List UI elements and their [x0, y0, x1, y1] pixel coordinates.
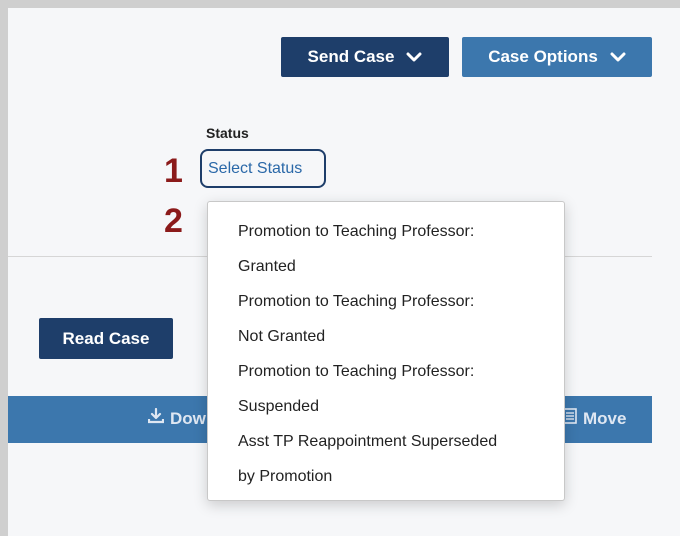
download-button[interactable]: Dow	[147, 407, 206, 429]
read-case-button[interactable]: Read Case	[39, 318, 173, 359]
option-text-line: Promotion to Teaching Professor:	[238, 223, 475, 240]
status-option-superseded[interactable]: Asst TP Reappointment Superseded by Prom…	[208, 424, 564, 494]
option-text-line: Granted	[238, 258, 296, 275]
download-label: Dow	[170, 408, 206, 428]
chevron-down-icon	[406, 51, 422, 63]
option-text-line: Suspended	[238, 398, 319, 415]
option-text-line: by Promotion	[238, 468, 333, 485]
case-options-label: Case Options	[488, 47, 598, 66]
select-status-link[interactable]: Select Status	[200, 149, 326, 188]
status-option-suspended[interactable]: Promotion to Teaching Professor: Suspend…	[208, 354, 564, 424]
status-dropdown-menu: Promotion to Teaching Professor: Granted…	[207, 201, 565, 501]
option-text-line: Promotion to Teaching Professor:	[238, 363, 475, 380]
window-frame-left	[0, 0, 8, 536]
move-icon	[563, 408, 577, 429]
window-frame-top	[0, 0, 680, 8]
step-marker-1: 1	[164, 152, 183, 190]
option-text-line: Promotion to Teaching Professor:	[238, 293, 475, 310]
move-button[interactable]: Move	[563, 408, 626, 429]
option-text-line: Asst TP Reappointment Superseded	[238, 433, 498, 450]
option-text-line: Not Granted	[238, 328, 326, 345]
case-options-button[interactable]: Case Options	[462, 37, 652, 77]
send-case-label: Send Case	[307, 47, 395, 66]
status-option-not-granted[interactable]: Promotion to Teaching Professor: Not Gra…	[208, 284, 564, 354]
step-marker-2: 2	[164, 202, 183, 240]
status-option-granted[interactable]: Promotion to Teaching Professor: Granted	[208, 214, 564, 284]
move-label: Move	[583, 408, 627, 428]
send-case-button[interactable]: Send Case	[281, 37, 449, 77]
chevron-down-icon	[610, 51, 626, 63]
download-icon	[147, 407, 165, 429]
status-heading: Status	[206, 125, 249, 141]
